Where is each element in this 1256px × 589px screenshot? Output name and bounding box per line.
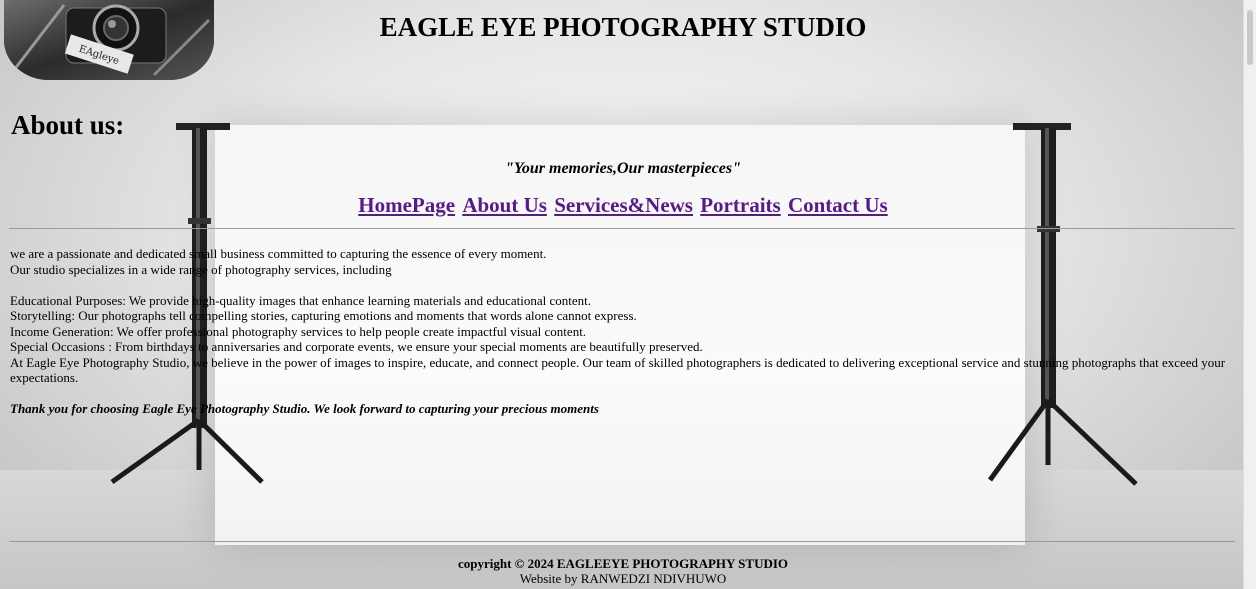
service-item: Educational Purposes: We provide high-qu… [10,292,592,308]
thank-you-message: Thank you for choosing Eagle Eye Photogr… [10,401,599,416]
nav-link-portraits[interactable]: Portraits [700,193,780,217]
copyright-text: copyright © 2024 EAGLEEYE PHOTOGRAPHY ST… [457,556,789,571]
vertical-scrollbar[interactable] [1243,0,1256,589]
site-title: EAGLE EYE PHOTOGRAPHY STUDIO [379,12,867,42]
scrollbar-thumb[interactable] [1247,10,1253,65]
author-credit: Website by RANWEDZI NDIVHUWO [519,571,727,586]
closing-paragraph: At Eagle Eye Photography Studio, we beli… [10,354,1226,386]
intro-text: we are a passionate and dedicated small … [10,246,547,261]
nav-link-services-news[interactable]: Services&News [554,193,693,217]
top-divider [9,228,1235,229]
nav-link-about-us[interactable]: About Us [462,193,547,217]
slogan: "Your memories,Our masterpieces" [505,160,741,177]
page-footer: copyright © 2024 EAGLEEYE PHOTOGRAPHY ST… [0,556,1246,586]
intro-services-text: Our studio specializes in a wide range o… [10,261,392,277]
main-navigation: HomePage About Us Services&News Portrait… [0,193,1246,218]
footer-divider [9,541,1235,542]
service-item: Special Occasions : From birthdays to an… [10,339,703,354]
service-item: Storytelling: Our photographs tell compe… [10,308,637,323]
about-heading: About us: [11,110,125,140]
about-content: we are a passionate and dedicated small … [10,246,1236,417]
nav-link-contact-us[interactable]: Contact Us [788,193,888,217]
service-item: Income Generation: We offer professional… [10,323,587,339]
nav-link-homepage[interactable]: HomePage [358,193,455,217]
